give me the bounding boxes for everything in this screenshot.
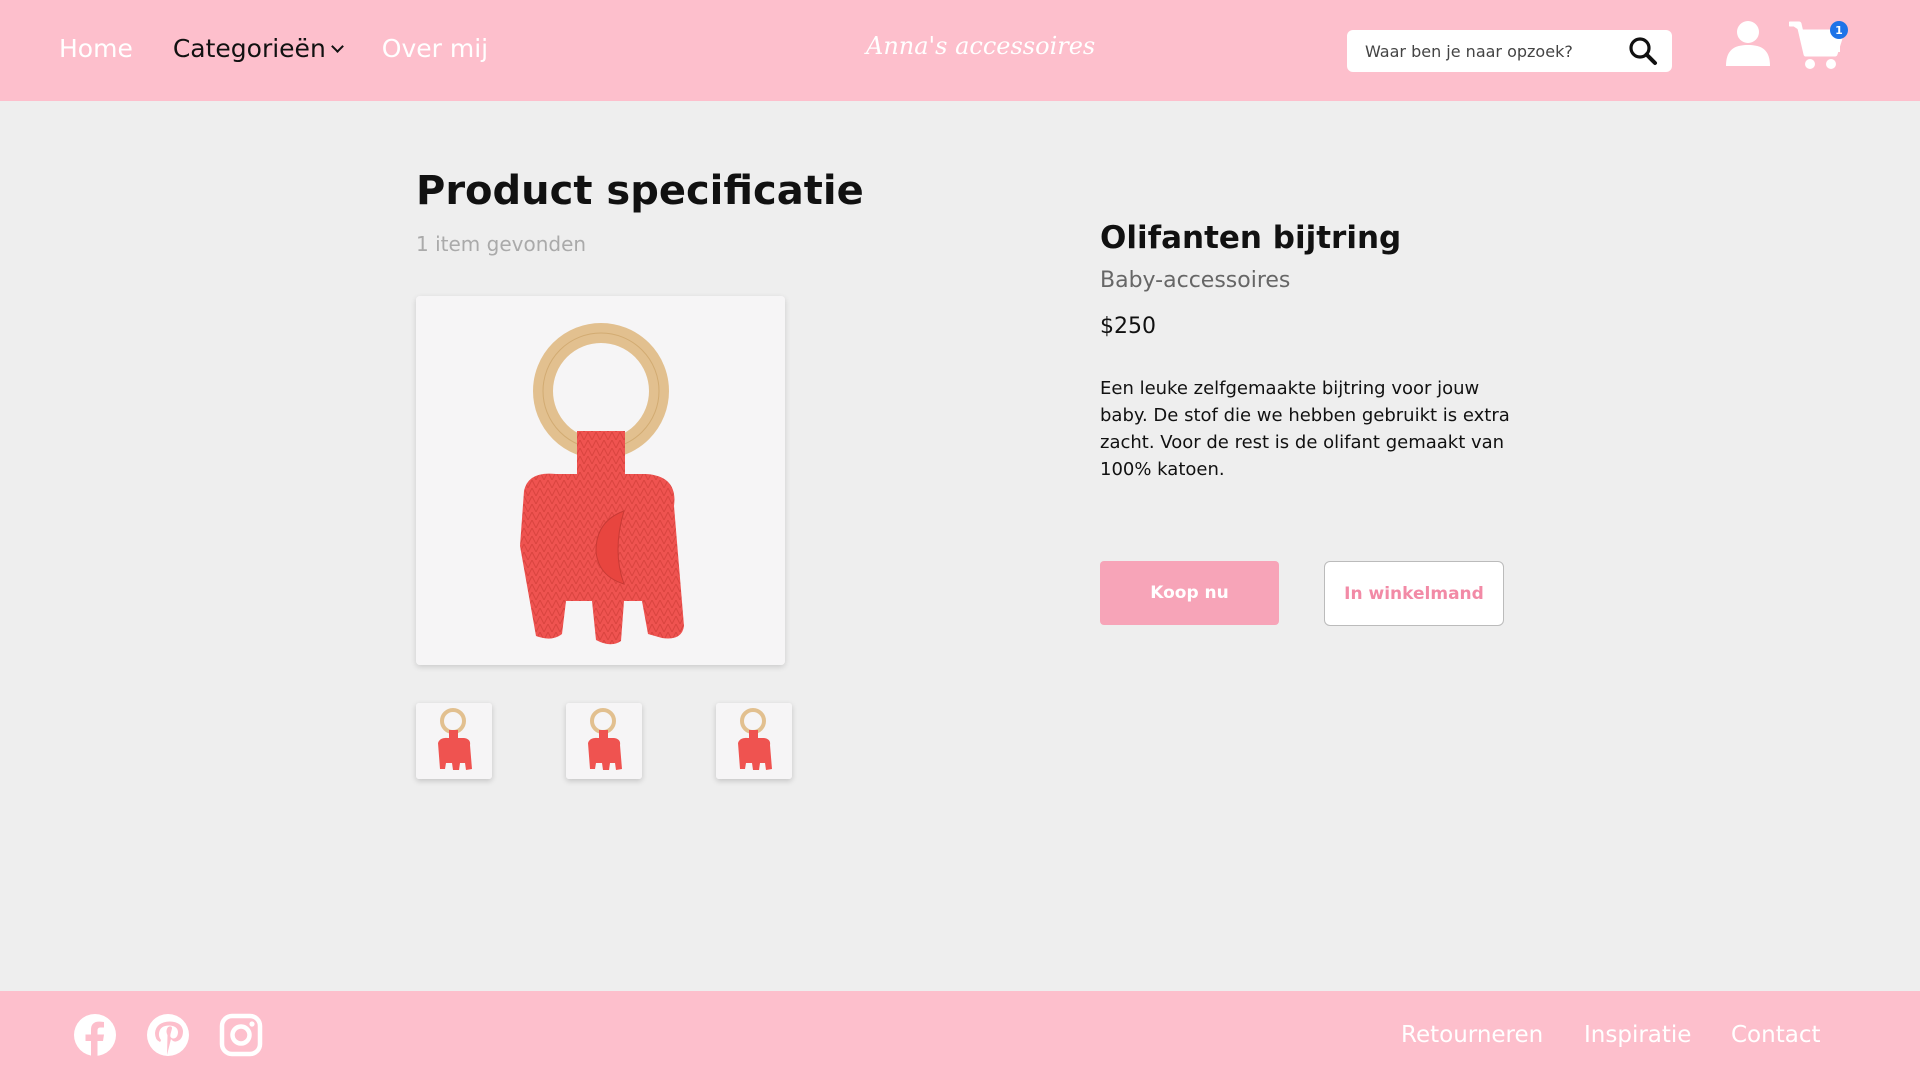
- footer-link-inspiration[interactable]: Inspiratie: [1584, 1022, 1691, 1048]
- result-count: 1 item gevonden: [416, 232, 587, 256]
- footer-link-contact[interactable]: Contact: [1731, 1022, 1820, 1048]
- buy-now-button[interactable]: Koop nu: [1100, 561, 1279, 625]
- search-box: [1347, 30, 1672, 72]
- thumbnail-image: [716, 703, 792, 779]
- instagram-icon[interactable]: [219, 1013, 263, 1057]
- user-icon[interactable]: [1724, 20, 1772, 66]
- nav-about[interactable]: Over mij: [382, 34, 488, 63]
- product-main-image[interactable]: [416, 296, 785, 665]
- product-thumbnail[interactable]: [716, 703, 792, 779]
- thumbnail-image: [566, 703, 642, 779]
- product-thumbnail[interactable]: [416, 703, 492, 779]
- main-nav: Home Categorieën Over mij: [59, 34, 528, 63]
- page-title: Product specificatie: [416, 168, 864, 214]
- site-logo[interactable]: Anna's accessoires: [866, 32, 1095, 60]
- nav-categories[interactable]: Categorieën: [172, 34, 344, 63]
- search-icon[interactable]: [1628, 36, 1658, 66]
- facebook-icon[interactable]: [73, 1013, 117, 1057]
- cart-count-badge: 1: [1830, 21, 1848, 39]
- product-price: $250: [1100, 314, 1156, 339]
- product-thumbnail[interactable]: [566, 703, 642, 779]
- product-category: Baby-accessoires: [1100, 268, 1291, 293]
- nav-categories-label: Categorieën: [172, 34, 326, 63]
- product-description: Een leuke zelfgemaakte bijtring voor jou…: [1100, 378, 1510, 480]
- pinterest-icon[interactable]: [146, 1013, 190, 1057]
- chevron-down-icon: [330, 40, 344, 53]
- add-to-cart-button[interactable]: In winkelmand: [1324, 561, 1504, 626]
- nav-home[interactable]: Home: [59, 34, 133, 63]
- teething-ring-illustration: [416, 296, 785, 665]
- search-input[interactable]: [1365, 30, 1620, 72]
- thumbnail-image: [416, 703, 492, 779]
- footer-link-returns[interactable]: Retourneren: [1401, 1022, 1543, 1048]
- product-name: Olifanten bijtring: [1100, 220, 1402, 256]
